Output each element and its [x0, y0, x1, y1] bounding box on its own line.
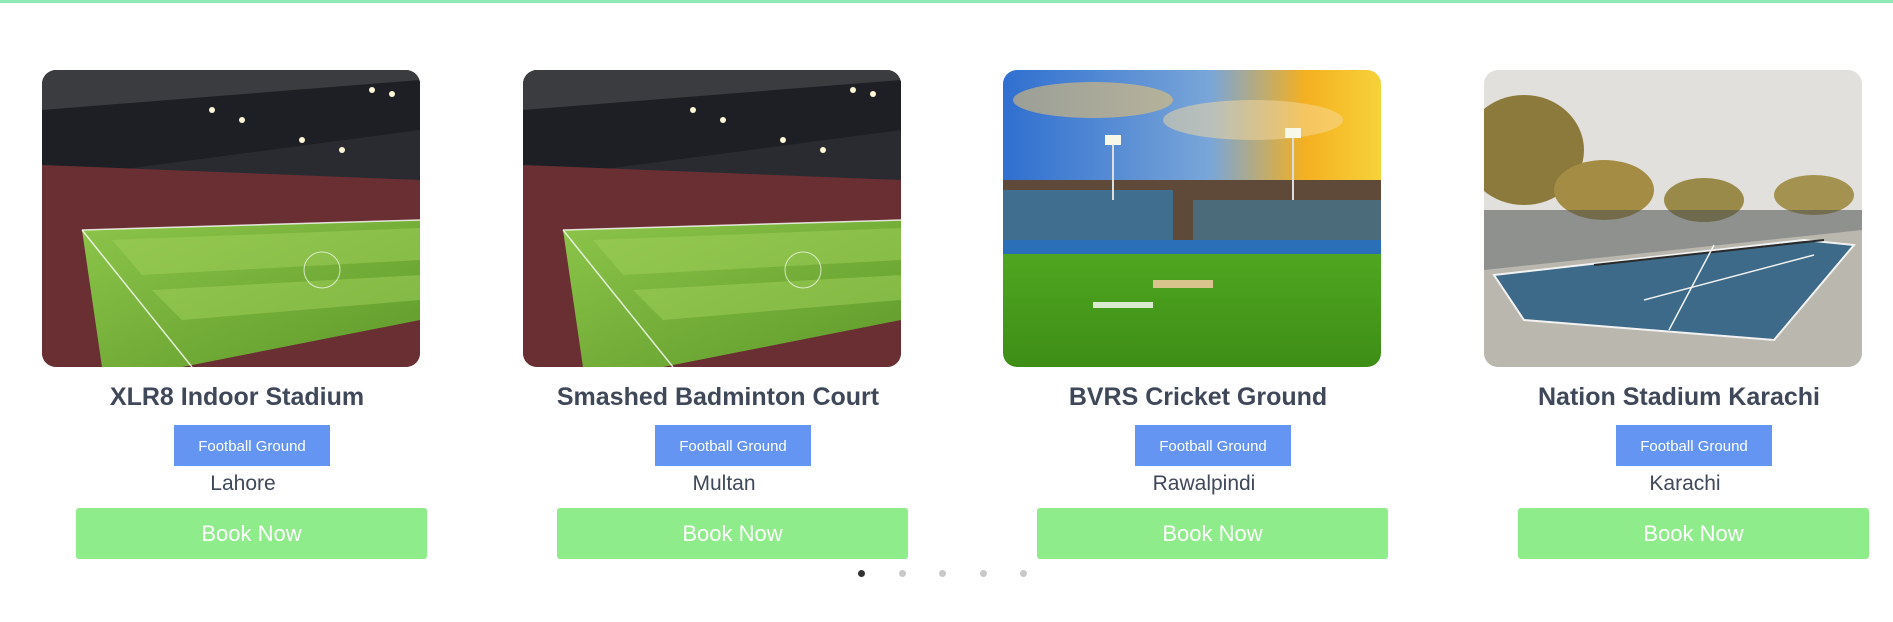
carousel-dot[interactable]: [979, 570, 987, 577]
tennis-court-photo: [1484, 70, 1862, 367]
venue-carousel: XLR8 Indoor Stadium Football Ground Laho…: [0, 0, 1893, 622]
carousel-pagination: [858, 570, 1061, 577]
venue-title: Smashed Badminton Court: [556, 383, 880, 411]
venue-image[interactable]: [42, 70, 420, 367]
book-now-button[interactable]: Book Now: [1037, 508, 1388, 559]
venue-type-badge[interactable]: Football Ground: [174, 425, 330, 466]
venue-card[interactable]: XLR8 Indoor Stadium Football Ground Laho…: [42, 70, 427, 559]
venue-city: Lahore: [210, 472, 276, 495]
venue-title: BVRS Cricket Ground: [1068, 383, 1328, 411]
cricket-ground-photo: [1003, 70, 1381, 367]
venue-title: XLR8 Indoor Stadium: [109, 383, 365, 411]
book-now-button[interactable]: Book Now: [1518, 508, 1869, 559]
venue-card[interactable]: Nation Stadium Karachi Football Ground K…: [1484, 70, 1869, 559]
venue-city: Rawalpindi: [1152, 472, 1256, 495]
venue-title: Nation Stadium Karachi: [1538, 383, 1820, 411]
venue-type-badge[interactable]: Football Ground: [1135, 425, 1291, 466]
stadium-photo: [523, 70, 901, 367]
venue-type-badge[interactable]: Football Ground: [1616, 425, 1772, 466]
venue-city: Multan: [692, 472, 756, 495]
venue-card[interactable]: Smashed Badminton Court Football Ground …: [523, 70, 908, 559]
venue-image[interactable]: [523, 70, 901, 367]
venue-city: Karachi: [1649, 472, 1721, 495]
book-now-button[interactable]: Book Now: [76, 508, 427, 559]
book-now-button[interactable]: Book Now: [557, 508, 908, 559]
venue-image[interactable]: [1484, 70, 1862, 367]
carousel-dot[interactable]: [1020, 570, 1027, 577]
venue-card[interactable]: BVRS Cricket Ground Football Ground Rawa…: [1003, 70, 1388, 559]
stadium-photo: [42, 70, 420, 367]
carousel-dot[interactable]: [858, 570, 865, 577]
venue-image[interactable]: [1003, 70, 1381, 367]
venue-type-badge[interactable]: Football Ground: [655, 425, 811, 466]
carousel-dot[interactable]: [939, 570, 946, 577]
carousel-dot[interactable]: [898, 570, 906, 577]
